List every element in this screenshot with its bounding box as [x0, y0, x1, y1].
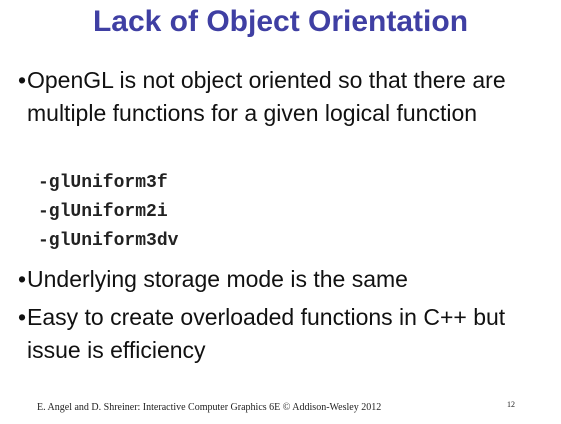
bullet-text: Easy to create overloaded functions in C… — [27, 304, 506, 363]
slide: Lack of Object Orientation • OpenGL is n… — [0, 0, 561, 424]
bullet-item-overloaded: • Easy to create overloaded functions in… — [17, 301, 547, 367]
footer-citation: E. Angel and D. Shreiner: Interactive Co… — [37, 402, 382, 413]
bullet-marker: • — [17, 266, 27, 292]
code-item-gluniform3dv: -glUniform3dv — [38, 231, 179, 251]
slide-title: Lack of Object Orientation — [92, 5, 469, 38]
bullet-marker: • — [17, 304, 27, 330]
bullet-marker: • — [17, 67, 27, 93]
bullet-item-storage: • Underlying storage mode is the same — [17, 263, 547, 296]
code-item-gluniform2i: -glUniform2i — [38, 202, 168, 222]
bullet-item-opengl: • OpenGL is not object oriented so that … — [17, 64, 547, 130]
bullet-text: OpenGL is not object oriented so that th… — [27, 67, 506, 126]
code-item-gluniform3f: -glUniform3f — [38, 173, 168, 193]
bullet-text: Underlying storage mode is the same — [27, 266, 408, 292]
page-number: 12 — [507, 400, 515, 409]
